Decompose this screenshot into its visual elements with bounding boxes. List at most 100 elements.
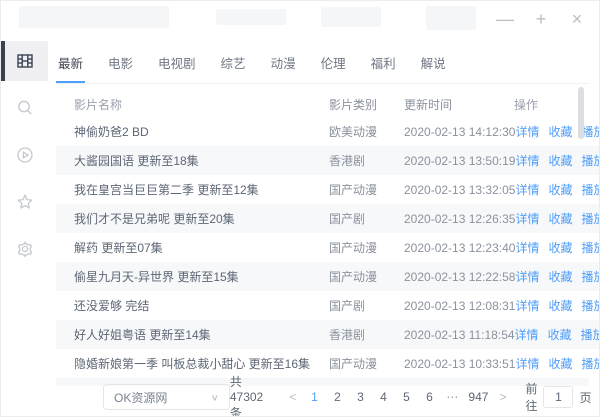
header-movie-name: 影片名称 — [56, 96, 329, 113]
detail-link[interactable]: 详情 — [515, 355, 539, 372]
update-time: 2020-02-13 11:18:54 — [404, 328, 515, 342]
source-select[interactable]: OK资源网 ∨ — [103, 384, 230, 410]
sidebar-item-settings[interactable] — [1, 229, 48, 269]
detail-link[interactable]: 详情 — [515, 326, 539, 343]
category-tabs: 最新电影电视剧综艺动漫伦理福利解说 — [56, 49, 589, 84]
star-icon — [15, 192, 35, 212]
update-time: 2020-02-13 12:26:35 — [404, 212, 515, 226]
movie-name: 我在皇宫当巨巨第二季 更新至12集 — [56, 181, 329, 198]
movie-name: 偷星九月天-异世界 更新至15集 — [56, 268, 329, 285]
detail-link[interactable]: 详情 — [515, 268, 539, 285]
row-actions: 详情收藏播放 — [515, 123, 600, 140]
chevron-down-icon: ∨ — [211, 392, 219, 402]
minimize-icon[interactable]: — — [495, 9, 515, 29]
close-icon[interactable]: × — [567, 9, 587, 29]
table-row: 好人好姐粤语 更新至14集香港剧2020-02-13 11:18:54详情收藏播… — [56, 320, 600, 349]
play-link[interactable]: 播放 — [581, 239, 600, 256]
header-update-time: 更新时间 — [404, 96, 514, 113]
play-link[interactable]: 播放 — [581, 210, 600, 227]
app-body: 最新电影电视剧综艺动漫伦理福利解说 影片名称 影片类别 更新时间 操作 神偷奶爸… — [1, 39, 599, 417]
movie-name: 我们才不是兄弟呢 更新至20集 — [56, 210, 329, 227]
favorite-link[interactable]: 收藏 — [548, 210, 572, 227]
background-ghost — [321, 7, 381, 27]
play-link[interactable]: 播放 — [581, 268, 600, 285]
goto-page-input[interactable] — [543, 386, 573, 408]
movie-category: 国产剧 — [329, 210, 404, 227]
detail-link[interactable]: 详情 — [515, 152, 539, 169]
total-count-label: 共 47302 条 — [230, 373, 275, 417]
table-row: 神偷奶爸2 BD欧美动漫2020-02-13 14:12:30详情收藏播放 — [56, 117, 600, 146]
table-row: 偷星九月天-异世界 更新至15集国产动漫2020-02-13 12:22:58详… — [56, 262, 600, 291]
page-number-6[interactable]: 6 — [422, 390, 436, 404]
play-link[interactable]: 播放 — [581, 123, 600, 140]
table-row: 大酱园国语 更新至18集香港剧2020-02-13 13:50:19详情收藏播放 — [56, 146, 600, 175]
tab-7[interactable]: 福利 — [369, 49, 398, 83]
movie-name: 解药 更新至07集 — [56, 239, 329, 256]
detail-link[interactable]: 详情 — [515, 181, 539, 198]
sidebar-item-favorites[interactable] — [1, 182, 48, 222]
favorite-link[interactable]: 收藏 — [548, 152, 572, 169]
goto-page-group: 前往 页 — [525, 380, 591, 414]
row-actions: 详情收藏播放 — [515, 239, 600, 256]
sidebar-item-videos[interactable] — [1, 41, 48, 81]
table-row: 还没爱够 完结国产剧2020-02-13 12:08:31详情收藏播放 — [56, 291, 600, 320]
movie-category: 国产动漫 — [329, 268, 404, 285]
movie-name: 大酱园国语 更新至18集 — [56, 152, 329, 169]
detail-link[interactable]: 详情 — [515, 239, 539, 256]
detail-link[interactable]: 详情 — [515, 210, 539, 227]
play-link[interactable]: 播放 — [581, 326, 600, 343]
film-icon — [15, 51, 35, 71]
pagination: 共 47302 条 < 123456⋯947 > 前往 页 — [230, 373, 592, 417]
update-time: 2020-02-13 14:12:30 — [404, 125, 515, 139]
favorite-link[interactable]: 收藏 — [548, 268, 572, 285]
play-link[interactable]: 播放 — [581, 181, 600, 198]
page-number-1[interactable]: 1 — [307, 390, 321, 404]
tab-3[interactable]: 电视剧 — [156, 49, 198, 83]
page-number-3[interactable]: 3 — [353, 390, 367, 404]
goto-label: 前往 — [525, 380, 537, 414]
update-time: 2020-02-13 13:50:19 — [404, 154, 515, 168]
scrollbar[interactable] — [578, 87, 584, 139]
next-page-icon[interactable]: > — [497, 390, 508, 404]
maximize-icon[interactable]: + — [531, 9, 551, 29]
tab-8[interactable]: 解说 — [419, 49, 448, 83]
window-controls: — + × — [495, 9, 587, 29]
detail-link[interactable]: 详情 — [515, 297, 539, 314]
header-movie-category: 影片类别 — [329, 96, 404, 113]
tab-1[interactable]: 最新 — [56, 49, 85, 83]
update-time: 2020-02-13 10:33:51 — [404, 357, 515, 371]
title-bar: — + × — [1, 1, 599, 39]
header-actions: 操作 — [514, 96, 600, 113]
sidebar-item-search[interactable] — [1, 88, 48, 128]
page-number-947[interactable]: 947 — [468, 390, 488, 404]
movie-table: 神偷奶爸2 BD欧美动漫2020-02-13 14:12:30详情收藏播放大酱园… — [56, 117, 600, 378]
movie-category: 国产动漫 — [329, 181, 404, 198]
background-ghost — [216, 9, 286, 25]
favorite-link[interactable]: 收藏 — [548, 297, 572, 314]
sidebar-item-play[interactable] — [1, 135, 48, 175]
favorite-link[interactable]: 收藏 — [548, 355, 572, 372]
tab-6[interactable]: 伦理 — [319, 49, 348, 83]
tab-2[interactable]: 电影 — [106, 49, 135, 83]
page-numbers: 123456⋯947 — [307, 390, 488, 404]
detail-link[interactable]: 详情 — [515, 123, 539, 140]
favorite-link[interactable]: 收藏 — [548, 123, 572, 140]
movie-category: 香港剧 — [329, 326, 404, 343]
page-number-2[interactable]: 2 — [330, 390, 344, 404]
play-link[interactable]: 播放 — [581, 297, 600, 314]
movie-name: 还没爱够 完结 — [56, 297, 329, 314]
favorite-link[interactable]: 收藏 — [548, 326, 572, 343]
play-link[interactable]: 播放 — [581, 355, 600, 372]
favorite-link[interactable]: 收藏 — [548, 181, 572, 198]
page-number-4[interactable]: 4 — [376, 390, 390, 404]
page-number-5[interactable]: 5 — [399, 390, 413, 404]
update-time: 2020-02-13 12:22:58 — [404, 270, 515, 284]
background-ghost — [19, 6, 169, 28]
favorite-link[interactable]: 收藏 — [548, 239, 572, 256]
row-actions: 详情收藏播放 — [515, 210, 600, 227]
play-link[interactable]: 播放 — [581, 152, 600, 169]
tab-4[interactable]: 综艺 — [219, 49, 248, 83]
table-row: 我在皇宫当巨巨第二季 更新至12集国产动漫2020-02-13 13:32:05… — [56, 175, 600, 204]
prev-page-icon[interactable]: < — [287, 390, 298, 404]
tab-5[interactable]: 动漫 — [269, 49, 298, 83]
